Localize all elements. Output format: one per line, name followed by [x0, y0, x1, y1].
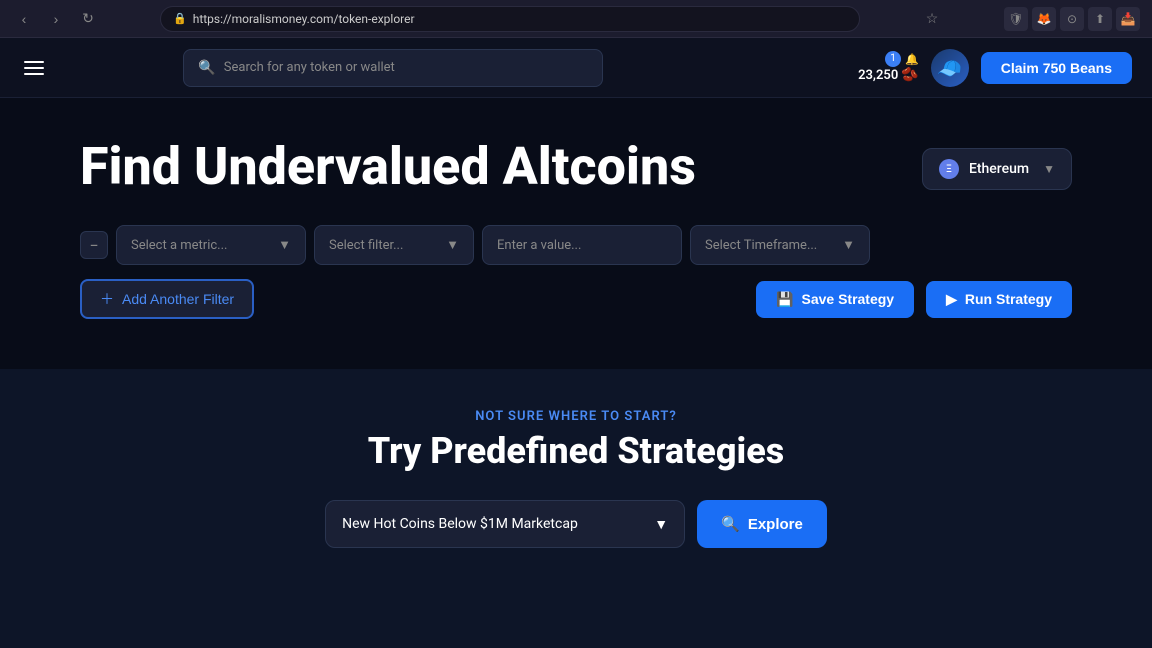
- run-strategy-button[interactable]: ▶ Run Strategy: [926, 281, 1072, 318]
- strategy-row: New Hot Coins Below $1M Marketcap ▼ 🔍 Ex…: [325, 500, 827, 548]
- eth-logo: Ξ: [939, 159, 959, 179]
- metric-placeholder: Select a metric...: [131, 238, 227, 253]
- explore-button[interactable]: 🔍 Explore: [697, 500, 827, 548]
- filter-chevron-icon: ▼: [446, 237, 459, 253]
- add-filter-button[interactable]: ＋ Add Another Filter: [80, 279, 254, 319]
- add-filter-label: Add Another Filter: [122, 291, 234, 307]
- timeframe-placeholder: Select Timeframe...: [705, 238, 817, 253]
- plus-icon: ＋: [100, 289, 114, 309]
- beans-counter: 1 🔔 23,250 🫘: [858, 51, 919, 84]
- hero-title: Find Undervalued Altcoins: [80, 138, 696, 195]
- search-placeholder-text: Search for any token or wallet: [224, 60, 395, 75]
- save-strategy-button[interactable]: 💾 Save Strategy: [756, 281, 914, 318]
- timeframe-chevron-icon: ▼: [842, 237, 855, 253]
- timeframe-select[interactable]: Select Timeframe... ▼: [690, 225, 870, 265]
- predefined-title: Try Predefined Strategies: [368, 430, 784, 472]
- run-icon: ▶: [946, 291, 957, 308]
- avatar[interactable]: 🧢: [931, 49, 969, 87]
- network-name: Ethereum: [969, 161, 1029, 177]
- back-button[interactable]: ‹: [12, 7, 36, 31]
- run-strategy-label: Run Strategy: [965, 291, 1052, 307]
- explore-label: Explore: [748, 516, 803, 533]
- notification-icon: 🔔: [905, 53, 919, 66]
- url-text: https://moralismoney.com/token-explorer: [193, 12, 415, 26]
- hero-row: Find Undervalued Altcoins Ξ Ethereum ▼: [80, 138, 1072, 195]
- app: 🔍 Search for any token or wallet 1 🔔 23,…: [0, 38, 1152, 648]
- filter-select[interactable]: Select filter... ▼: [314, 225, 474, 265]
- strategy-chevron-icon: ▼: [654, 516, 668, 533]
- actions-row: ＋ Add Another Filter 💾 Save Strategy ▶ R…: [80, 279, 1072, 319]
- browser-extensions: 🛡 🦊 ⊙ ⬆ 📥: [1004, 7, 1140, 31]
- save-strategy-label: Save Strategy: [801, 291, 894, 307]
- search-bar[interactable]: 🔍 Search for any token or wallet: [183, 49, 603, 87]
- ext-puzzle-icon[interactable]: ⬆: [1088, 7, 1112, 31]
- beans-notification-row: 1 🔔: [885, 51, 919, 67]
- strategy-option-text: New Hot Coins Below $1M Marketcap: [342, 516, 578, 532]
- navbar: 🔍 Search for any token or wallet 1 🔔 23,…: [0, 38, 1152, 98]
- bean-icon: 🫘: [901, 67, 918, 84]
- search-icon: 🔍: [198, 60, 215, 76]
- beans-count: 23,250 🫘: [858, 67, 919, 84]
- hamburger-button[interactable]: [20, 57, 48, 79]
- ext-tray-icon[interactable]: 📥: [1116, 7, 1140, 31]
- ext-fox-icon[interactable]: 🦊: [1032, 7, 1056, 31]
- lock-icon: 🔒: [173, 12, 187, 25]
- chevron-down-icon: ▼: [1043, 162, 1055, 176]
- explore-search-icon: 🔍: [721, 515, 740, 533]
- browser-chrome: ‹ › ↻ 🔒 https://moralismoney.com/token-e…: [0, 0, 1152, 38]
- refresh-button[interactable]: ↻: [76, 7, 100, 31]
- lower-section: NOT SURE WHERE TO START? Try Predefined …: [0, 369, 1152, 648]
- not-sure-label: NOT SURE WHERE TO START?: [475, 409, 677, 424]
- metric-select[interactable]: Select a metric... ▼: [116, 225, 306, 265]
- network-selector[interactable]: Ξ Ethereum ▼: [922, 148, 1072, 190]
- bookmark-button[interactable]: ☆: [920, 7, 944, 31]
- remove-filter-button[interactable]: −: [80, 231, 108, 259]
- save-icon: 💾: [776, 291, 793, 308]
- strategy-dropdown[interactable]: New Hot Coins Below $1M Marketcap ▼: [325, 500, 685, 548]
- filter-placeholder: Select filter...: [329, 238, 403, 253]
- notification-badge: 1: [885, 51, 901, 67]
- metric-chevron-icon: ▼: [278, 237, 291, 253]
- value-placeholder: Enter a value...: [497, 238, 581, 253]
- value-input[interactable]: Enter a value...: [482, 225, 682, 265]
- hero-section: Find Undervalued Altcoins Ξ Ethereum ▼ −…: [0, 98, 1152, 369]
- filter-row: − Select a metric... ▼ Select filter... …: [80, 225, 1072, 265]
- claim-button[interactable]: Claim 750 Beans: [981, 52, 1132, 84]
- forward-button[interactable]: ›: [44, 7, 68, 31]
- ext-shield-icon[interactable]: 🛡: [1004, 7, 1028, 31]
- ext-circle-icon[interactable]: ⊙: [1060, 7, 1084, 31]
- navbar-right: 1 🔔 23,250 🫘 🧢 Claim 750 Beans: [858, 49, 1132, 87]
- address-bar[interactable]: 🔒 https://moralismoney.com/token-explore…: [160, 6, 860, 32]
